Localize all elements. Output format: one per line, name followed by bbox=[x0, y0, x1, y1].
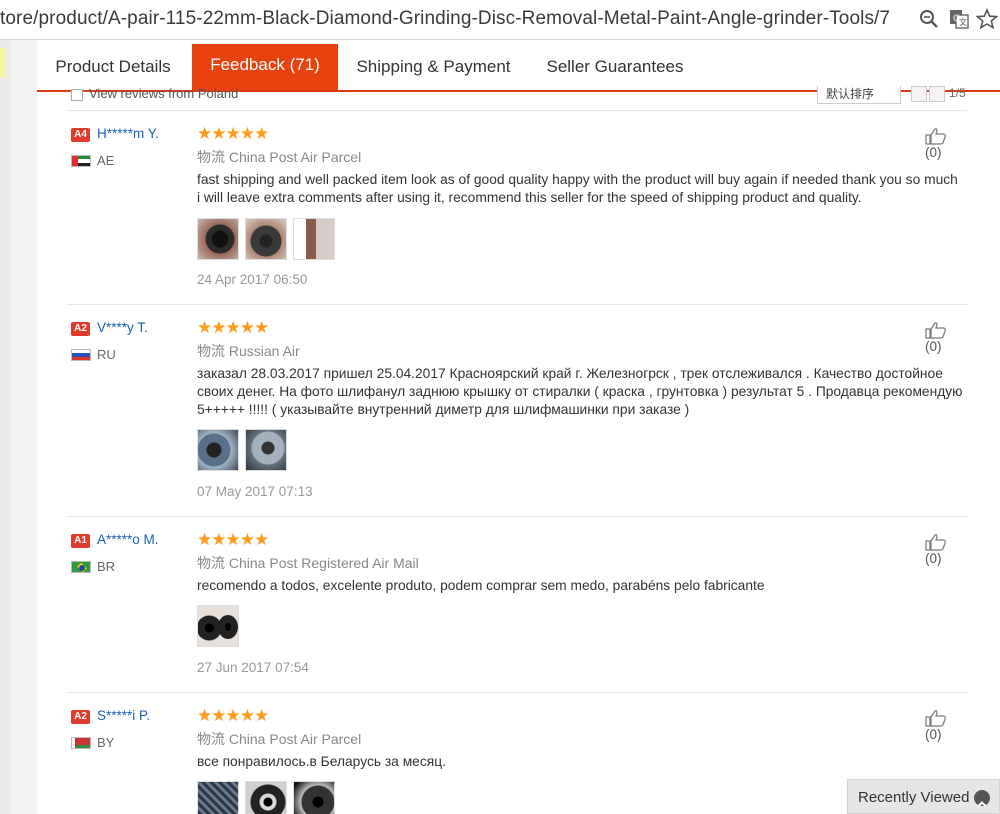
flag-icon bbox=[71, 561, 91, 573]
helpful-button[interactable]: (0) bbox=[925, 321, 967, 354]
review-text-line: заказал 28.03.2017 пришел 25.04.2017 Кра… bbox=[197, 366, 943, 381]
helpful-count: (0) bbox=[925, 551, 942, 566]
helpful-count: (0) bbox=[925, 339, 942, 354]
left-gutter bbox=[0, 40, 10, 814]
flag-icon bbox=[71, 155, 91, 167]
review-item: A1 A*****o M. BR ★★★★★ 物流 China Post Reg… bbox=[67, 516, 967, 692]
bookmark-star-icon[interactable] bbox=[975, 7, 999, 30]
buyer-level-badge: A2 bbox=[71, 322, 90, 336]
buyer-country: BR bbox=[97, 559, 116, 574]
product-tabs: Product Details Feedback (71) Shipping &… bbox=[37, 40, 1000, 92]
review-text-line: своих денег. На фото шлифанул заднюю кры… bbox=[197, 384, 963, 399]
review-text: fast shipping and well packed item look … bbox=[197, 171, 967, 207]
recently-viewed-label: Recently Viewed bbox=[858, 789, 970, 806]
shipping-method-name: Russian Air bbox=[228, 343, 300, 359]
flag-icon bbox=[71, 349, 91, 361]
buyer-level-badge: A4 bbox=[71, 128, 90, 142]
review-item: A2 S*****i P. BY ★★★★★ 物流 China Post Air… bbox=[67, 692, 967, 814]
buyer-name[interactable]: V****y T. bbox=[97, 320, 148, 335]
review-photo[interactable] bbox=[245, 429, 287, 471]
shipping-method-name: China Post Registered Air Mail bbox=[228, 555, 419, 571]
tab-feedback[interactable]: Feedback (71) bbox=[192, 44, 338, 90]
review-photo[interactable] bbox=[245, 781, 287, 814]
helpful-button[interactable]: (0) bbox=[925, 709, 967, 742]
logistics-label: 物流 bbox=[197, 731, 225, 747]
thumbs-up-icon bbox=[925, 534, 946, 551]
review-photo[interactable] bbox=[197, 781, 239, 814]
review-item: A4 H*****m Y. AE ★★★★★ 物流 China Post Air… bbox=[67, 110, 967, 304]
review-photo[interactable] bbox=[197, 605, 239, 647]
url-text[interactable]: tore/product/A-pair-115-22mm-Black-Diamo… bbox=[0, 8, 906, 30]
review-text: все понравилось.в Беларусь за месяц. bbox=[197, 753, 967, 771]
shipping-method-name: China Post Air Parcel bbox=[228, 731, 362, 747]
prev-page-button[interactable] bbox=[911, 86, 927, 102]
buyer-country: AE bbox=[97, 153, 115, 168]
review-photo[interactable] bbox=[197, 218, 239, 260]
review-date: 07 May 2017 07:13 bbox=[197, 484, 313, 499]
translate-icon[interactable]: G文 bbox=[948, 8, 970, 30]
review-item: A2 V****y T. RU ★★★★★ 物流 Russian Air зак… bbox=[67, 304, 967, 516]
address-bar[interactable]: tore/product/A-pair-115-22mm-Black-Diamo… bbox=[0, 0, 1000, 40]
review-photo[interactable] bbox=[197, 429, 239, 471]
logistics-label: 物流 bbox=[197, 555, 225, 571]
buyer-country: RU bbox=[97, 347, 116, 362]
review-text-line: i will leave extra comments after using … bbox=[197, 190, 862, 205]
buyer-name[interactable]: S*****i P. bbox=[97, 708, 150, 723]
helpful-button[interactable]: (0) bbox=[925, 533, 967, 566]
page-indicator: 1/5 bbox=[949, 86, 966, 100]
helpful-count: (0) bbox=[925, 145, 942, 160]
thumbs-up-icon bbox=[925, 128, 946, 145]
review-photo[interactable] bbox=[293, 781, 335, 814]
review-date: 27 Jun 2017 07:54 bbox=[197, 660, 309, 675]
buyer-level-badge: A2 bbox=[71, 710, 90, 724]
review-text-line: recomendo a todos, excelente produto, po… bbox=[197, 578, 765, 593]
review-text-line: все понравилось.в Беларусь за месяц. bbox=[197, 754, 446, 769]
helpful-count: (0) bbox=[925, 727, 942, 742]
poland-filter-checkbox[interactable] bbox=[71, 89, 83, 101]
shipping-method: 物流 China Post Air Parcel bbox=[197, 147, 361, 167]
shipping-method: 物流 China Post Air Parcel bbox=[197, 729, 361, 749]
buyer-name[interactable]: A*****o M. bbox=[97, 532, 159, 547]
review-photo[interactable] bbox=[245, 218, 287, 260]
zoom-icon[interactable] bbox=[918, 8, 940, 30]
rating-stars: ★★★★★ bbox=[197, 530, 269, 549]
logistics-label: 物流 bbox=[197, 343, 225, 359]
shipping-method: 物流 Russian Air bbox=[197, 341, 300, 361]
thumbs-up-icon bbox=[925, 710, 946, 727]
review-text-line: fast shipping and well packed item look … bbox=[197, 172, 958, 187]
shipping-method-name: China Post Air Parcel bbox=[228, 149, 362, 165]
feedback-filter-bar: View reviews from Poland 默认排序 1/5 bbox=[67, 86, 967, 106]
recently-viewed-button[interactable]: Recently Viewed bbox=[847, 779, 1000, 814]
rating-stars: ★★★★★ bbox=[197, 318, 269, 337]
buyer-name[interactable]: H*****m Y. bbox=[97, 126, 159, 141]
shipping-method: 物流 China Post Registered Air Mail bbox=[197, 553, 419, 573]
sort-select[interactable]: 默认排序 bbox=[817, 86, 901, 104]
review-text: заказал 28.03.2017 пришел 25.04.2017 Кра… bbox=[197, 365, 967, 419]
rating-stars: ★★★★★ bbox=[197, 706, 269, 725]
gutter-marker bbox=[0, 48, 6, 78]
svg-text:文: 文 bbox=[959, 17, 967, 27]
next-page-button[interactable] bbox=[929, 86, 945, 102]
rating-stars: ★★★★★ bbox=[197, 124, 269, 143]
buyer-country: BY bbox=[97, 735, 115, 750]
flag-icon bbox=[71, 737, 91, 749]
review-text: recomendo a todos, excelente produto, po… bbox=[197, 577, 967, 595]
review-text-line: 5+++++ !!!!! ( указывайте внутренний дим… bbox=[197, 402, 690, 417]
helpful-button[interactable]: (0) bbox=[925, 127, 967, 160]
chevron-up-icon bbox=[974, 790, 990, 807]
thumbs-up-icon bbox=[925, 322, 946, 339]
review-photo[interactable] bbox=[293, 218, 335, 260]
logistics-label: 物流 bbox=[197, 149, 225, 165]
buyer-level-badge: A1 bbox=[71, 534, 90, 548]
poland-filter-label: View reviews from Poland bbox=[89, 86, 239, 101]
review-date: 24 Apr 2017 06:50 bbox=[197, 272, 308, 287]
